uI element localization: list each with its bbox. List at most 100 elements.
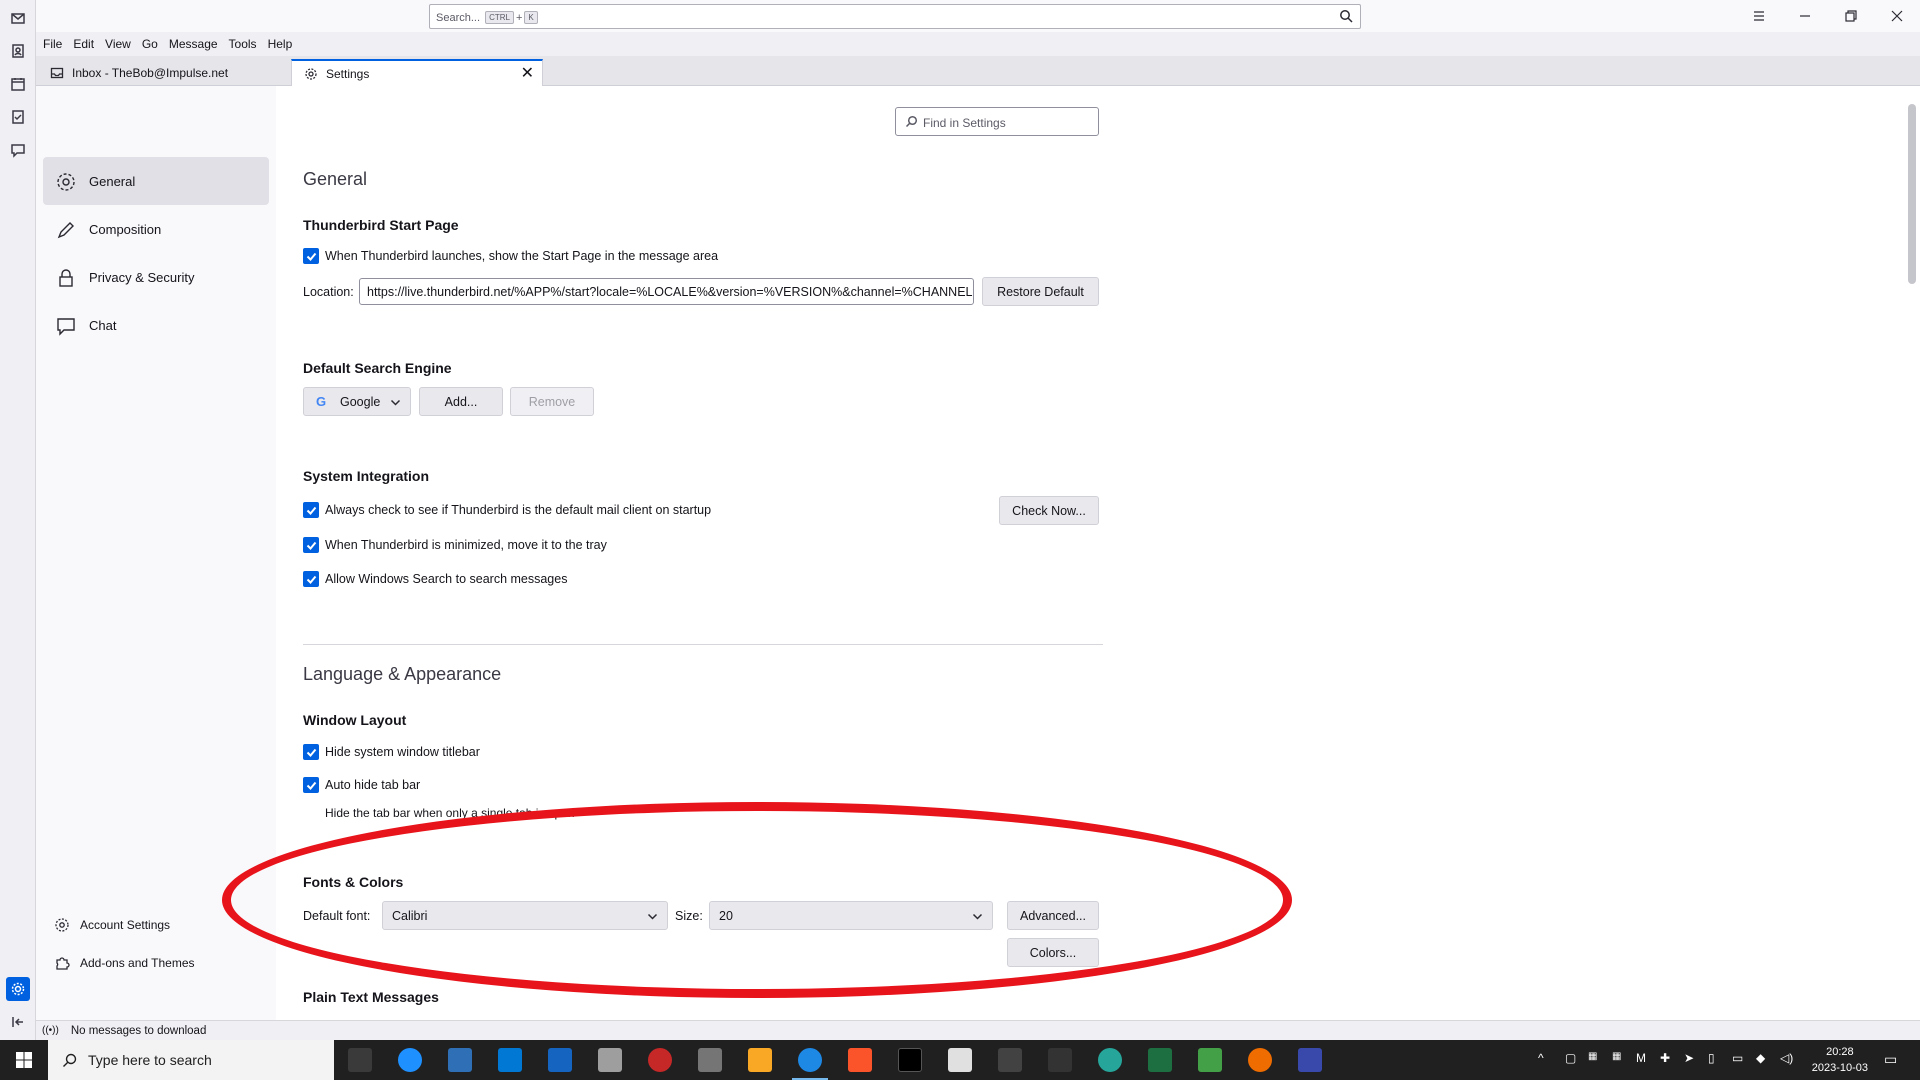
terminal-icon[interactable] (898, 1048, 922, 1072)
edge-browser-icon[interactable] (398, 1048, 422, 1072)
tray-icon-5[interactable]: ✚ (1660, 1051, 1670, 1065)
thunderbird-icon[interactable] (798, 1048, 822, 1072)
auto-hide-tabbar-label: Auto hide tab bar (325, 778, 421, 792)
notifications-icon[interactable]: ▭ (1884, 1051, 1897, 1068)
online-status-icon[interactable]: ((•)) (42, 1025, 59, 1036)
category-composition[interactable]: Composition (43, 205, 269, 253)
font-size-select[interactable]: 20 (709, 901, 993, 930)
category-chat[interactable]: Chat (43, 301, 269, 349)
app-icon-orange[interactable] (1248, 1048, 1272, 1072)
app-icon-dark[interactable] (998, 1048, 1022, 1072)
app-icon-cloud[interactable] (698, 1048, 722, 1072)
app-icon-media[interactable] (1048, 1048, 1072, 1072)
category-general[interactable]: General (43, 157, 269, 205)
app-icon-teal[interactable] (1098, 1048, 1122, 1072)
windows-search-row[interactable]: Allow Windows Search to search messages (303, 571, 567, 587)
calendar-icon[interactable] (6, 72, 30, 96)
system-integration-heading: System Integration (303, 468, 430, 484)
app-menu-icon[interactable] (1736, 0, 1782, 32)
menu-tools[interactable]: Tools (229, 37, 257, 51)
menu-edit[interactable]: Edit (73, 37, 94, 51)
add-search-engine-button[interactable]: Add... (419, 387, 503, 416)
menu-go[interactable]: Go (142, 37, 158, 51)
tab-inbox[interactable]: Inbox - TheBob@Impulse.net (38, 59, 290, 86)
address-book-icon[interactable] (6, 39, 30, 63)
account-settings-link[interactable]: Account Settings (54, 917, 170, 933)
settings-scrollbar[interactable] (1904, 86, 1920, 1020)
find-in-settings-input[interactable]: Find in Settings (895, 107, 1099, 136)
addons-themes-link[interactable]: Add-ons and Themes (54, 955, 195, 971)
close-tab-icon[interactable]: ✕ (521, 66, 534, 82)
volume-icon[interactable]: ◁) (1780, 1051, 1793, 1065)
advanced-fonts-button[interactable]: Advanced... (1007, 901, 1099, 930)
menu-file[interactable]: File (43, 37, 62, 51)
tasks-icon[interactable] (6, 105, 30, 129)
excel-icon[interactable] (1148, 1048, 1172, 1072)
spaces-toolbar (0, 0, 36, 1040)
minimize-tray-row[interactable]: When Thunderbird is minimized, move it t… (303, 537, 607, 553)
windows-start-icon[interactable] (0, 1040, 48, 1080)
chat-icon[interactable] (6, 138, 30, 162)
store-icon[interactable] (498, 1048, 522, 1072)
tray-icon-6[interactable]: ➤ (1684, 1051, 1694, 1065)
restore-default-button[interactable]: Restore Default (982, 277, 1099, 306)
collapse-icon[interactable] (6, 1010, 30, 1034)
settings-sidebar: General Composition Privacy & Security C… (36, 86, 276, 1020)
document-app-icon[interactable] (948, 1048, 972, 1072)
battery-icon[interactable]: ▯ (1708, 1051, 1715, 1065)
spreadsheet-app-icon[interactable] (1198, 1048, 1222, 1072)
gear-icon (305, 67, 317, 80)
tray-expand-icon[interactable]: ^ (1538, 1051, 1544, 1065)
search-engine-select[interactable]: G Google (303, 387, 411, 416)
chevron-down-icon (390, 399, 401, 406)
location-input[interactable]: https://live.thunderbird.net/%APP%/start… (359, 278, 974, 305)
global-search-input[interactable]: Search... CTRL + K (429, 4, 1361, 29)
task-view-icon[interactable] (348, 1048, 372, 1072)
menu-help[interactable]: Help (268, 37, 293, 51)
tray-icon-2[interactable]: ▦ (1588, 1051, 1597, 1062)
always-check-row[interactable]: Always check to see if Thunderbird is th… (303, 502, 711, 518)
shortcut-key: K (524, 11, 538, 24)
category-privacy[interactable]: Privacy & Security (43, 253, 269, 301)
file-explorer-icon[interactable] (748, 1048, 772, 1072)
close-window-icon[interactable] (1874, 0, 1920, 32)
tray-icon-1[interactable]: ▢ (1565, 1051, 1576, 1065)
always-check-checkbox[interactable] (303, 502, 319, 518)
default-font-select[interactable]: Calibri (382, 901, 668, 930)
mail-icon[interactable] (6, 6, 30, 30)
app-icon-shield[interactable] (1298, 1048, 1322, 1072)
dropbox-icon[interactable]: ◆ (1756, 1051, 1765, 1065)
app-icon-gray[interactable] (598, 1048, 622, 1072)
app-icon-blue[interactable] (548, 1048, 572, 1072)
menu-message[interactable]: Message (169, 37, 218, 51)
taskbar-search-input[interactable]: Type here to search (48, 1040, 334, 1080)
minimize-icon[interactable] (1782, 0, 1828, 32)
settings-icon[interactable] (6, 977, 30, 1001)
restore-icon[interactable] (1828, 0, 1874, 32)
windows-search-label: Allow Windows Search to search messages (325, 572, 568, 586)
taskbar-clock[interactable]: 20:28 2023-10-03 (1812, 1044, 1868, 1076)
auto-hide-tabbar-row[interactable]: Auto hide tab bar (303, 777, 420, 793)
hide-titlebar-checkbox[interactable] (303, 744, 319, 760)
scrollbar-thumb[interactable] (1908, 104, 1916, 284)
windows-search-checkbox[interactable] (303, 571, 319, 587)
check-now-button[interactable]: Check Now... (999, 496, 1099, 525)
search-icon[interactable] (1339, 9, 1353, 23)
app-icon-red[interactable] (648, 1048, 672, 1072)
brave-browser-icon[interactable] (848, 1048, 872, 1072)
colors-button[interactable]: Colors... (1007, 938, 1099, 967)
network-icon[interactable]: ▭ (1732, 1051, 1743, 1065)
mail-app-icon[interactable] (448, 1048, 472, 1072)
start-page-checkbox[interactable] (303, 248, 319, 264)
tab-settings[interactable]: Settings ✕ (291, 59, 543, 86)
menu-view[interactable]: View (105, 37, 131, 51)
auto-hide-tabbar-checkbox[interactable] (303, 777, 319, 793)
default-font-label: Default font: (303, 909, 371, 923)
tray-icon-3[interactable]: ▦ (1612, 1051, 1621, 1062)
minimize-tray-checkbox[interactable] (303, 537, 319, 553)
auto-hide-tabbar-hint: Hide the tab bar when only a single tab … (325, 806, 575, 820)
start-page-checkbox-row[interactable]: When Thunderbird launches, show the Star… (303, 248, 718, 264)
hide-titlebar-row[interactable]: Hide system window titlebar (303, 744, 480, 760)
tray-icon-4[interactable]: M (1636, 1051, 1646, 1065)
remove-search-engine-button[interactable]: Remove (510, 387, 594, 416)
